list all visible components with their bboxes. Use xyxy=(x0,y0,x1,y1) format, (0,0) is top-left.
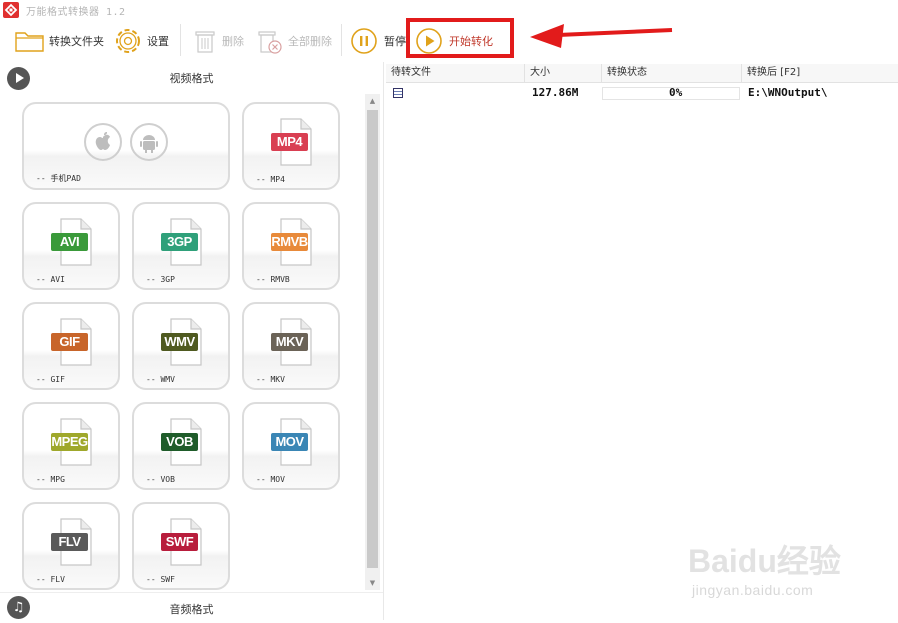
video-file-icon: MKV xyxy=(271,318,313,366)
toolbar-divider xyxy=(180,24,181,56)
format-tile-mov[interactable]: MOV -- MOV xyxy=(242,402,340,490)
app-logo-icon xyxy=(3,2,19,18)
folder-icon xyxy=(15,32,44,52)
format-caption: -- VOB xyxy=(146,475,175,484)
video-section-title: 视频格式 xyxy=(169,72,214,85)
format-caption: -- 手机PAD xyxy=(36,174,81,183)
format-caption: -- FLV xyxy=(36,575,65,584)
column-header-status[interactable]: 转换状态 xyxy=(602,64,742,82)
video-section-header[interactable]: 视频格式 xyxy=(0,62,383,92)
scroll-thumb[interactable] xyxy=(367,110,378,568)
pause-icon xyxy=(351,28,377,54)
video-file-icon: WMV xyxy=(161,318,203,366)
title-bar: 万能格式转换器 1.2 xyxy=(0,0,898,20)
format-caption: -- 3GP xyxy=(146,275,175,284)
pause-label: 暂停 xyxy=(384,35,406,48)
video-file-icon: 3GP xyxy=(161,218,203,266)
format-caption: -- MKV xyxy=(256,375,285,384)
format-tile-mkv[interactable]: MKV -- MKV xyxy=(242,302,340,390)
format-caption: -- MPG xyxy=(36,475,65,484)
format-badge: FLV xyxy=(51,533,88,551)
format-tile-mp4[interactable]: MP4 -- MP4 xyxy=(242,102,340,190)
scroll-up-icon[interactable]: ▲ xyxy=(365,94,380,108)
format-tile-flv[interactable]: FLV -- FLV xyxy=(22,502,120,590)
video-file-icon: MOV xyxy=(271,418,313,466)
column-header-output[interactable]: 转换后 [F2] xyxy=(742,64,898,82)
table-row[interactable]: 127.86M 0% E:\WNOutput\ xyxy=(386,84,898,102)
format-tile-avi[interactable]: AVI -- AVI xyxy=(22,202,120,290)
scrollbar[interactable]: ▲ ▼ xyxy=(365,94,380,590)
settings-button[interactable]: 设置 xyxy=(113,20,169,62)
start-highlight-box xyxy=(406,18,514,58)
watermark-brand: Baidu经验 xyxy=(688,543,841,579)
video-file-icon: VOB xyxy=(161,418,203,466)
format-caption: -- RMVB xyxy=(256,275,290,284)
format-tile-gif[interactable]: GIF -- GIF xyxy=(22,302,120,390)
format-badge: MKV xyxy=(271,333,308,351)
trash-icon xyxy=(195,31,215,53)
delete-button[interactable]: 删除 xyxy=(192,20,244,62)
video-file-icon: MP4 xyxy=(271,118,313,166)
gear-icon xyxy=(116,29,140,53)
format-grid: -- 手机PAD MP4 -- MP4 AVI -- AVI 3GP -- 3GP RMVB -… xyxy=(22,102,352,594)
video-file-icon: SWF xyxy=(161,518,203,566)
format-caption: -- MOV xyxy=(256,475,285,484)
video-file-icon: MPEG xyxy=(51,418,93,466)
column-header-file[interactable]: 待转文件 xyxy=(386,64,525,82)
video-file-icon: RMVB xyxy=(271,218,313,266)
format-badge: MOV xyxy=(271,433,308,451)
format-badge: MP4 xyxy=(271,133,308,151)
format-badge: MPEG xyxy=(51,433,88,451)
format-tile-wmv[interactable]: WMV -- WMV xyxy=(132,302,230,390)
format-badge: RMVB xyxy=(271,233,308,251)
delete-all-button[interactable]: 全部删除 xyxy=(256,20,332,62)
format-caption: -- MP4 xyxy=(256,175,285,184)
pause-button[interactable]: 暂停 xyxy=(350,20,406,62)
window-title: 万能格式转换器 1.2 xyxy=(26,7,126,18)
annotation-arrow-icon xyxy=(530,24,673,48)
scroll-down-icon[interactable]: ▼ xyxy=(365,576,380,590)
row-output-path: E:\WNOutput\ xyxy=(748,86,828,99)
format-badge: SWF xyxy=(161,533,198,551)
toolbar-divider xyxy=(341,24,342,56)
column-header-size[interactable]: 大小 xyxy=(525,64,602,82)
format-caption: -- SWF xyxy=(146,575,175,584)
format-tile-phone-pad[interactable]: -- 手机PAD xyxy=(22,102,230,190)
format-caption: -- WMV xyxy=(146,375,175,384)
format-tile-mpeg[interactable]: MPEG -- MPG xyxy=(22,402,120,490)
format-badge: 3GP xyxy=(161,233,198,251)
watermark-url: jingyan.baidu.com xyxy=(692,582,814,598)
convert-folder-label: 转换文件夹 xyxy=(49,35,104,48)
format-tile-3gp[interactable]: 3GP -- 3GP xyxy=(132,202,230,290)
format-badge: GIF xyxy=(51,333,88,351)
trash-x-icon xyxy=(258,31,282,54)
format-badge: AVI xyxy=(51,233,88,251)
row-size: 127.86M xyxy=(532,86,579,99)
format-caption: -- GIF xyxy=(36,375,65,384)
format-badge: VOB xyxy=(161,433,198,451)
video-file-icon: AVI xyxy=(51,218,93,266)
format-caption: -- AVI xyxy=(36,275,65,284)
convert-folder-button[interactable]: 转换文件夹 xyxy=(14,20,104,62)
video-file-icon: GIF xyxy=(51,318,93,366)
apple-icon xyxy=(84,123,122,161)
delete-all-label: 全部删除 xyxy=(288,35,332,48)
audio-section-header[interactable]: ♫ 音频格式 xyxy=(0,592,383,623)
list-header: 待转文件 大小 转换状态 转换后 [F2] xyxy=(386,64,898,83)
row-status: 0% xyxy=(669,86,683,99)
format-badge: WMV xyxy=(161,333,198,351)
video-file-icon xyxy=(393,88,403,98)
video-file-icon: FLV xyxy=(51,518,93,566)
format-tile-swf[interactable]: SWF -- SWF xyxy=(132,502,230,590)
settings-label: 设置 xyxy=(147,35,169,48)
android-icon xyxy=(130,123,168,161)
format-tile-rmvb[interactable]: RMVB -- RMVB xyxy=(242,202,340,290)
format-tile-vob[interactable]: VOB -- VOB xyxy=(132,402,230,490)
audio-section-title: 音频格式 xyxy=(169,603,214,616)
watermark: Baidu经验 jingyan.baidu.com xyxy=(688,520,888,604)
delete-label: 删除 xyxy=(222,35,244,48)
format-panel: 视频格式 -- 手机PAD MP4 -- MP4 AVI -- AVI 3GP -- 3GP… xyxy=(0,62,384,620)
